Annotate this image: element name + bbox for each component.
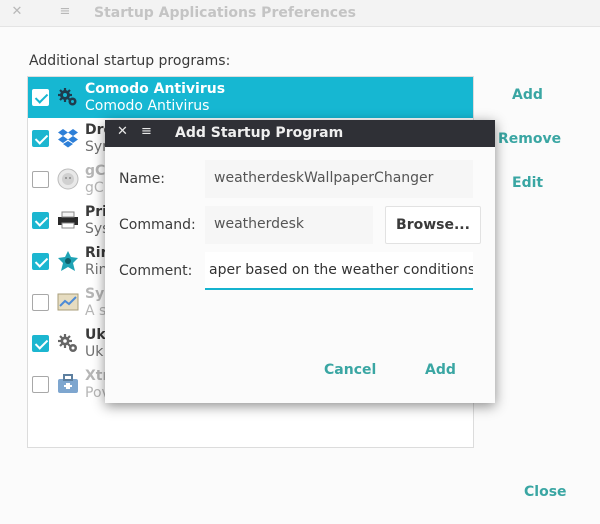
program-row-comodo-antivirus[interactable]: Comodo Antivirus Comodo Antivirus xyxy=(28,77,473,118)
program-name: gC xyxy=(85,163,106,179)
gcolor-icon xyxy=(57,168,79,190)
add-startup-program-dialog: ✕ ≡ Add Startup Program Name: weatherdes… xyxy=(105,120,495,403)
main-titlebar: ✕ ≡ Startup Applications Preferences xyxy=(0,0,600,27)
dialog-titlebar: ✕ ≡ Add Startup Program xyxy=(105,120,495,147)
dropbox-icon xyxy=(58,129,78,148)
toolbox-icon xyxy=(58,374,78,393)
command-label: Command: xyxy=(119,217,196,233)
gears-icon xyxy=(58,334,77,352)
cancel-button[interactable]: Cancel xyxy=(324,362,376,378)
program-description: A s xyxy=(85,303,107,319)
program-name: Comodo Antivirus xyxy=(85,81,226,97)
window-menu-icon[interactable]: ≡ xyxy=(56,4,74,19)
name-input[interactable]: weatherdeskWallpaperChanger xyxy=(205,160,473,198)
program-checkbox[interactable] xyxy=(32,294,49,311)
browse-button[interactable]: Browse... xyxy=(385,206,481,244)
program-checkbox[interactable] xyxy=(32,130,49,147)
add-button[interactable]: Add xyxy=(512,87,543,103)
comment-label: Comment: xyxy=(119,263,193,279)
close-button[interactable]: Close xyxy=(524,484,567,500)
program-description: Uk xyxy=(85,344,104,360)
edit-button[interactable]: Edit xyxy=(512,175,543,191)
program-checkbox[interactable] xyxy=(32,171,49,188)
dialog-add-button[interactable]: Add xyxy=(425,362,456,378)
program-name: Pri xyxy=(85,204,107,220)
program-checkbox[interactable] xyxy=(32,376,49,393)
dialog-close-icon[interactable]: ✕ xyxy=(117,124,128,139)
gears-icon xyxy=(58,88,77,106)
program-description: gC xyxy=(85,180,104,196)
section-label: Additional startup programs: xyxy=(29,53,231,69)
program-checkbox[interactable] xyxy=(32,335,49,352)
program-description: Comodo Antivirus xyxy=(85,98,210,114)
window-close-icon[interactable]: ✕ xyxy=(8,4,26,19)
name-label: Name: xyxy=(119,171,166,187)
window-title: Startup Applications Preferences xyxy=(94,5,356,21)
printer-icon xyxy=(58,211,78,229)
remove-button[interactable]: Remove xyxy=(498,131,561,147)
program-name: Uk xyxy=(85,327,106,343)
system-icon xyxy=(57,293,79,311)
program-checkbox[interactable] xyxy=(32,89,49,106)
ring-icon xyxy=(58,251,78,271)
dialog-title: Add Startup Program xyxy=(175,125,344,141)
program-checkbox[interactable] xyxy=(32,253,49,270)
dialog-menu-icon[interactable]: ≡ xyxy=(141,124,152,139)
comment-input[interactable]: aper based on the weather conditions! xyxy=(205,252,473,290)
command-input[interactable]: weatherdesk xyxy=(205,206,373,244)
program-checkbox[interactable] xyxy=(32,212,49,229)
